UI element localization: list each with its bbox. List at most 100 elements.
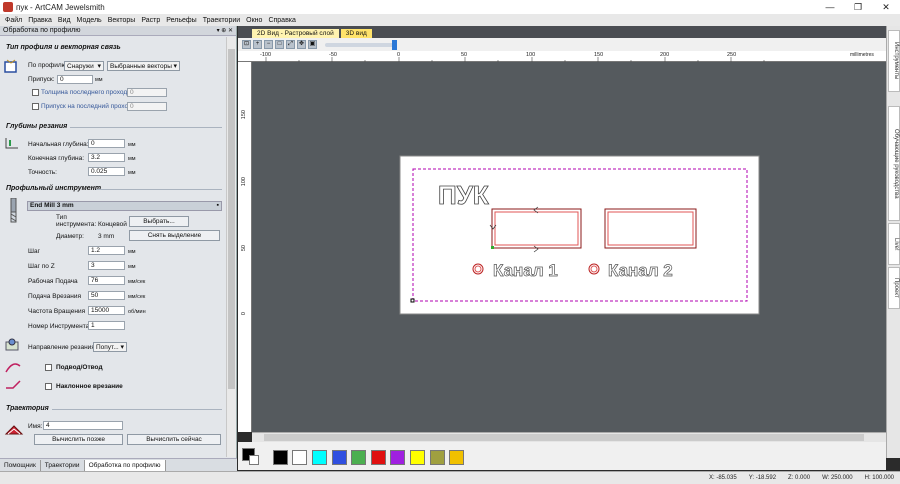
stepover-input[interactable]: 1.2 <box>88 246 125 255</box>
menu-file[interactable]: Файл <box>5 17 22 24</box>
hscroll-thumb[interactable] <box>264 434 864 441</box>
zoom-box-icon[interactable]: □ <box>275 40 284 49</box>
canvas-drawing[interactable]: ПУК Канал 1 Канал 2 <box>252 62 886 432</box>
menu-bar: Файл Правка Вид Модель Векторы Растр Рел… <box>0 14 900 26</box>
swatch-purple[interactable] <box>390 450 405 465</box>
lead-in-checkbox[interactable] <box>45 364 52 371</box>
status-bar: X: -85.035 Y: -18.592 Z: 0.000 W: 250.00… <box>0 471 900 484</box>
last-pass-thickness-checkbox[interactable] <box>32 89 39 96</box>
window-title: пук - ArtCAM Jewelsmith <box>16 2 105 12</box>
2d-view-canvas[interactable]: ПУК Канал 1 Канал 2 <box>252 62 886 432</box>
view-toolbar: ⊡ + − □ ⤢ ✥ ▣ <box>238 38 886 51</box>
menu-raster[interactable]: Растр <box>141 17 160 24</box>
tab-toolpaths[interactable]: Траектории <box>41 460 85 471</box>
menu-window[interactable]: Окно <box>246 17 262 24</box>
greyscale-slider[interactable] <box>325 39 397 50</box>
tab-tools[interactable]: Инструменты <box>888 30 900 92</box>
view-tabs: 2D Вид - Растровый слой 3D вид <box>238 26 886 38</box>
stepz-input[interactable]: 3 <box>88 261 125 270</box>
swatch-green[interactable] <box>351 450 366 465</box>
channel1-text: Канал 1 <box>493 261 558 280</box>
tool-collapse-icon[interactable]: ▪ <box>217 202 219 209</box>
menu-help[interactable]: Справка <box>268 17 295 24</box>
section-toolpath-title: Траектория <box>6 405 49 412</box>
select-tool-button[interactable]: Выбрать... <box>129 216 189 227</box>
swatch-olive[interactable] <box>430 450 445 465</box>
swatch-blue[interactable] <box>332 450 347 465</box>
tab-profile-machining[interactable]: Обработка по профилю <box>84 460 166 471</box>
stepz-label: Шаг по Z <box>28 263 55 270</box>
tolerance-unit: мм <box>128 170 136 176</box>
allowance-input[interactable]: 0 <box>57 75 93 84</box>
feed-input[interactable]: 76 <box>88 276 125 285</box>
section-profile-title: Тип профиля и векторная связь <box>6 44 121 51</box>
toolpath-name-input[interactable]: 4 <box>43 421 123 430</box>
ramp-checkbox[interactable] <box>45 383 52 390</box>
tab-2d-view[interactable]: 2D Вид - Растровый слой <box>252 29 339 38</box>
swatch-white[interactable] <box>292 450 307 465</box>
tool-type-label: Тип инструмента: <box>56 214 97 228</box>
pan-icon[interactable]: ✥ <box>297 40 306 49</box>
slider-knob[interactable] <box>392 39 397 50</box>
calculate-now-button[interactable]: Вычислить сейчас <box>127 434 221 445</box>
title-bar: пук - ArtCAM Jewelsmith — ❐ ✕ <box>0 0 900 14</box>
close-button[interactable]: ✕ <box>872 2 900 13</box>
zoom-all-icon[interactable]: ⤢ <box>286 40 295 49</box>
tab-project[interactable]: Проект <box>888 267 900 309</box>
swatch-yellow[interactable] <box>410 450 425 465</box>
end-mill-icon <box>10 198 17 223</box>
toolnum-label: Номер Инструмента <box>28 323 90 330</box>
puk-text: ПУК <box>438 180 489 210</box>
tab-live[interactable]: Live! <box>888 223 900 265</box>
menu-toolpaths[interactable]: Траектории <box>203 17 240 24</box>
panel-pin-icon[interactable]: ▾ ⊕ ✕ <box>217 27 233 34</box>
toolnum-input[interactable]: 1 <box>88 321 125 330</box>
scrollbar-thumb[interactable] <box>228 49 235 389</box>
lead-in-label: Подвод/Отвод <box>56 364 103 371</box>
deselect-tool-button[interactable]: Снять выделение <box>129 230 220 241</box>
menu-edit[interactable]: Правка <box>28 17 52 24</box>
restore-button[interactable]: ❐ <box>844 2 872 13</box>
tab-tutorials[interactable]: Обучающие руководства <box>888 106 900 221</box>
canvas-hscrollbar[interactable] <box>252 432 886 442</box>
direction-select[interactable]: Попут... <box>93 342 127 352</box>
tool-name: End Mill 3 mm <box>30 202 74 209</box>
swatch-gold[interactable] <box>449 450 464 465</box>
last-pass-allowance-checkbox[interactable] <box>32 103 39 110</box>
menu-reliefs[interactable]: Рельефы <box>166 17 196 24</box>
panel-scrollbar[interactable] <box>226 37 236 457</box>
swatch-red[interactable] <box>371 450 386 465</box>
plunge-input[interactable]: 50 <box>88 291 125 300</box>
tolerance-input[interactable]: 0.025 <box>88 167 125 176</box>
start-depth-unit: мм <box>128 142 136 148</box>
calculate-later-button[interactable]: Вычислить позже <box>34 434 123 445</box>
layer-icon[interactable]: ▣ <box>308 40 317 49</box>
spindle-unit: об/мин <box>128 309 146 315</box>
profile-side-select[interactable]: Снаружи <box>64 61 104 71</box>
menu-model[interactable]: Модель <box>77 17 102 24</box>
end-depth-input[interactable]: 3.2 <box>88 153 125 162</box>
tab-3d-view[interactable]: 3D вид <box>340 29 372 38</box>
menu-view[interactable]: Вид <box>58 17 71 24</box>
last-pass-thickness-input[interactable]: 0 <box>127 88 167 97</box>
tab-assistant[interactable]: Помощник <box>0 460 41 471</box>
last-pass-allowance-input[interactable]: 0 <box>127 102 167 111</box>
zoom-out-icon[interactable]: − <box>264 40 273 49</box>
swatch-black[interactable] <box>273 450 288 465</box>
vectors-select[interactable]: Выбранные векторы <box>107 61 180 71</box>
end-depth-unit: мм <box>128 156 136 162</box>
zoom-fit-icon[interactable]: ⊡ <box>242 40 251 49</box>
zoom-in-icon[interactable]: + <box>253 40 262 49</box>
spindle-input[interactable]: 15000 <box>88 306 125 315</box>
swatch-cyan[interactable] <box>312 450 327 465</box>
toolpath-icon <box>4 425 24 435</box>
selection-handle <box>410 298 415 303</box>
menu-vectors[interactable]: Векторы <box>108 17 136 24</box>
status-h: H: 100.000 <box>864 475 894 481</box>
secondary-color[interactable] <box>249 455 259 465</box>
section-divider <box>96 189 222 190</box>
stepover-label: Шаг <box>28 248 40 255</box>
minimize-button[interactable]: — <box>816 2 844 13</box>
start-depth-input[interactable]: 0 <box>88 139 125 148</box>
feed-unit: мм/сек <box>128 279 146 285</box>
